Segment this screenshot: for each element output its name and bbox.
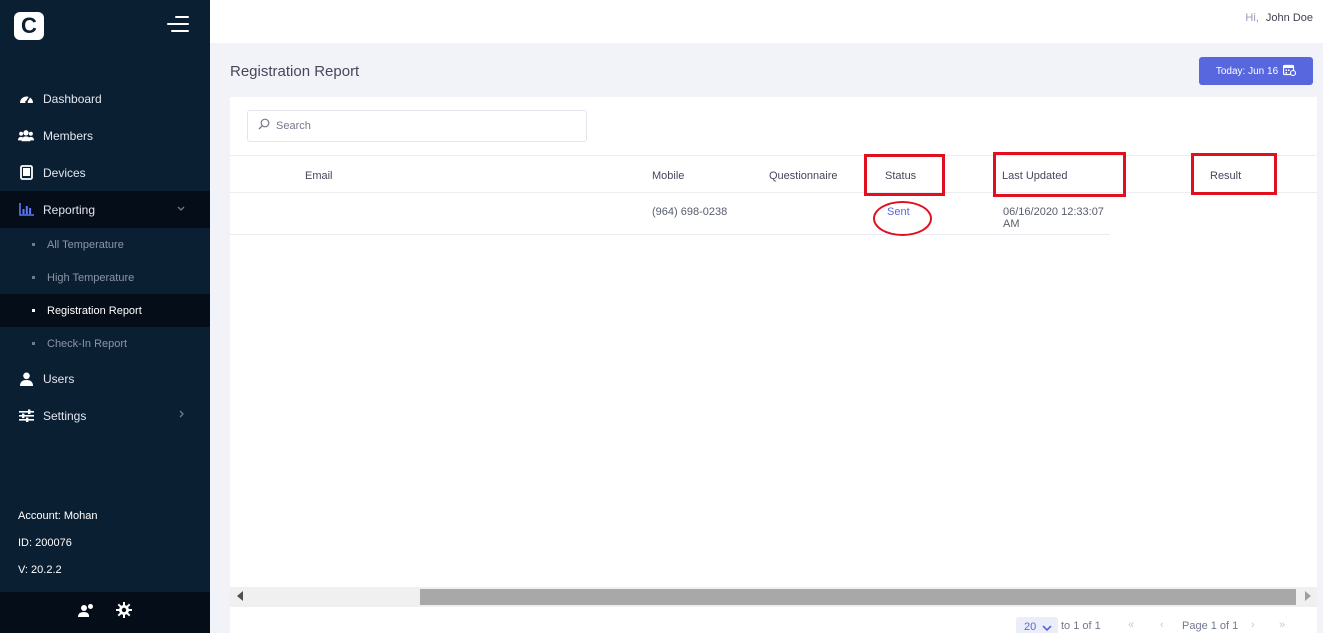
first-page-button[interactable]: « <box>1128 619 1134 631</box>
dashboard-icon <box>18 91 34 107</box>
sidebar-item-label: Reporting <box>43 202 96 217</box>
page-title: Registration Report <box>230 63 360 80</box>
calendar-icon <box>1283 64 1297 79</box>
last-page-button[interactable]: » <box>1279 619 1285 631</box>
annotation-circle-status <box>873 201 932 236</box>
date-picker-button[interactable]: Today: Jun 16 <box>1199 57 1313 85</box>
annotation-box-status <box>864 154 945 196</box>
user-settings-icon[interactable] <box>78 603 94 623</box>
sidebar-subitem-label: High Temperature <box>47 271 135 284</box>
page-indicator: Page 1 of 1 <box>1182 620 1239 632</box>
sidebar-item-devices[interactable]: Devices <box>0 154 210 191</box>
sidebar-item-label: Settings <box>43 408 87 423</box>
table-header: Email Mobile Questionnaire Status Last U… <box>230 155 1317 193</box>
user-icon <box>18 371 34 387</box>
scroll-left-icon[interactable] <box>237 591 244 603</box>
sidebar-item-reporting[interactable]: Reporting <box>0 191 210 228</box>
scrollbar-thumb[interactable] <box>420 589 1296 605</box>
sidebar-item-label: Devices <box>43 165 86 180</box>
sidebar-subitem-all-temperature[interactable]: All Temperature <box>0 228 210 261</box>
horizontal-scrollbar[interactable] <box>230 587 1317 607</box>
sidebar-subitem-label: Registration Report <box>47 304 142 317</box>
sidebar-item-label: Users <box>43 371 75 386</box>
page-size-select[interactable]: 20 <box>1016 617 1058 633</box>
scroll-right-icon[interactable] <box>1304 591 1311 603</box>
sidebar-nav: Dashboard Members Devices Reporting All … <box>0 80 210 434</box>
account-name: Account: Mohan <box>18 510 98 522</box>
sidebar-item-label: Members <box>43 128 94 143</box>
search-input[interactable] <box>276 120 576 132</box>
annotation-box-last-updated <box>993 152 1126 197</box>
sidebar-item-dashboard[interactable]: Dashboard <box>0 80 210 117</box>
prev-page-button[interactable]: ‹ <box>1160 619 1164 631</box>
top-bar: Hi, John Doe <box>210 0 1323 43</box>
devices-icon <box>18 165 34 181</box>
sidebar-item-settings[interactable]: Settings <box>0 397 210 434</box>
sidebar: C Dashboard Members Devices Reporting Al… <box>0 0 210 633</box>
sidebar-subitem-registration-report[interactable]: Registration Report <box>0 294 210 327</box>
sidebar-subitem-label: All Temperature <box>47 238 124 251</box>
user-greeting[interactable]: Hi, John Doe <box>1245 12 1313 24</box>
app-logo[interactable]: C <box>14 12 44 40</box>
next-page-button[interactable]: › <box>1251 619 1255 631</box>
sidebar-item-label: Dashboard <box>43 91 102 106</box>
user-name: John Doe <box>1265 12 1313 24</box>
account-id: ID: 200076 <box>18 537 72 549</box>
pagination: 20 to 1 of 1 « ‹ Page 1 of 1 › » <box>230 607 1317 633</box>
chevron-down-icon <box>177 204 185 215</box>
sidebar-subitem-check-in-report[interactable]: Check-In Report <box>0 327 210 360</box>
sidebar-footer <box>0 592 210 633</box>
sidebar-subitem-high-temperature[interactable]: High Temperature <box>0 261 210 294</box>
table-row[interactable]: (964) 698-0238 Sent 06/16/2020 12:33:07 … <box>230 193 1110 235</box>
hamburger-menu-icon[interactable] <box>167 16 189 34</box>
annotation-box-result <box>1191 153 1277 195</box>
column-header-mobile[interactable]: Mobile <box>652 170 684 182</box>
reporting-icon <box>18 202 34 218</box>
settings-sliders-icon <box>18 408 34 424</box>
column-header-questionnaire[interactable]: Questionnaire <box>769 170 838 182</box>
cell-mobile: (964) 698-0238 <box>652 206 728 218</box>
sidebar-subitem-label: Check-In Report <box>47 337 128 350</box>
chevron-down-icon <box>1042 623 1052 633</box>
account-info: Account: Mohan ID: 200076 V: 20.2.2 <box>18 508 98 589</box>
greeting-text: Hi, <box>1245 12 1259 24</box>
chevron-right-icon <box>179 410 185 421</box>
sidebar-item-members[interactable]: Members <box>0 117 210 154</box>
app-version: V: 20.2.2 <box>18 564 62 576</box>
pagination-range: to 1 of 1 <box>1061 620 1101 632</box>
date-button-label: Today: Jun 16 <box>1215 65 1279 77</box>
report-card: Email Mobile Questionnaire Status Last U… <box>230 97 1317 633</box>
page-size-value: 20 <box>1024 621 1037 633</box>
column-header-email[interactable]: Email <box>305 170 333 182</box>
search-box[interactable] <box>247 110 587 142</box>
members-icon <box>18 128 34 144</box>
sidebar-item-users[interactable]: Users <box>0 360 210 397</box>
cell-last-updated: 06/16/2020 12:33:07 AM <box>1003 206 1104 230</box>
gear-icon[interactable] <box>116 602 132 623</box>
search-icon <box>258 117 270 135</box>
